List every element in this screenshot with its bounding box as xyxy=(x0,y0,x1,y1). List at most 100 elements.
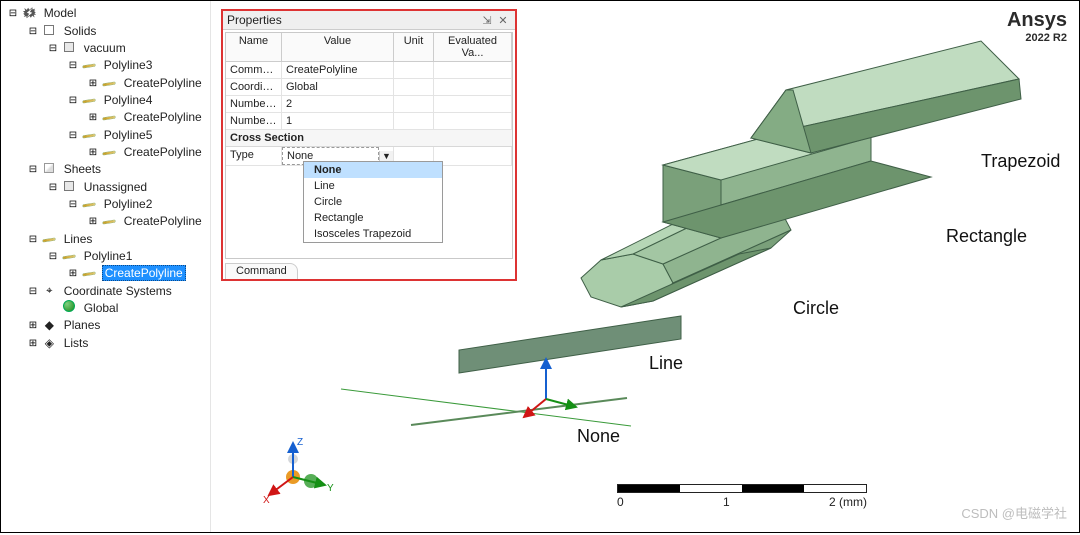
scale-0: 0 xyxy=(617,495,624,509)
toggle-icon[interactable] xyxy=(87,109,99,126)
node-label: Coordinate Systems xyxy=(62,284,174,298)
panel-title: Properties xyxy=(227,13,479,27)
tree-coordinate-systems[interactable]: ⌖ Coordinate Systems Global xyxy=(23,282,208,317)
cell-value[interactable]: 1 xyxy=(282,113,394,129)
tree-createpolyline[interactable]: CreatePolyline xyxy=(83,144,208,161)
tree-unassigned[interactable]: Unassigned Polyline2 xyxy=(43,178,208,230)
dropdown-option[interactable]: Rectangle xyxy=(304,210,442,226)
node-label: Planes xyxy=(62,318,103,332)
toggle-icon[interactable] xyxy=(7,5,19,22)
toggle-icon[interactable] xyxy=(27,317,39,334)
polyline-icon xyxy=(102,144,116,161)
tree-createpolyline-selected[interactable]: CreatePolyline xyxy=(63,265,208,282)
tree-polyline2[interactable]: Polyline2 CreatePolyline xyxy=(63,196,208,231)
material-icon xyxy=(62,40,76,57)
node-label: Global xyxy=(82,301,121,315)
hdr-name: Name xyxy=(226,33,282,61)
toggle-icon[interactable] xyxy=(27,161,39,178)
cell-eval xyxy=(434,147,512,165)
orientation-triad[interactable]: Z X Y xyxy=(263,437,343,507)
node-label: Model xyxy=(42,6,79,20)
toggle-icon[interactable] xyxy=(27,231,39,248)
tree-planes[interactable]: ◆ Planes xyxy=(23,317,208,334)
toggle-icon[interactable] xyxy=(67,196,79,213)
tree-polyline5[interactable]: Polyline5 CreatePolyline xyxy=(63,126,208,161)
polyline-icon xyxy=(82,92,96,109)
cell-eval xyxy=(434,79,512,95)
cell-value[interactable]: CreatePolyline xyxy=(282,62,394,78)
panel-titlebar[interactable]: Properties ⇲ ✕ xyxy=(223,11,515,30)
scale-bar: 0 1 2 (mm) xyxy=(617,484,867,509)
grid-row[interactable]: Command CreatePolyline xyxy=(226,62,512,79)
watermark: CSDN @电磁学社 xyxy=(961,503,1067,522)
tree-lines[interactable]: Lines Polyline1 CreatePolyline xyxy=(23,230,208,282)
grid-row[interactable]: Number... 2 xyxy=(226,96,512,113)
cell-value[interactable]: Global xyxy=(282,79,394,95)
cell-eval xyxy=(434,62,512,78)
tree-global[interactable]: Global xyxy=(43,300,208,317)
cell-unit xyxy=(394,96,434,112)
cell-name: Command xyxy=(226,62,282,78)
toggle-icon[interactable] xyxy=(47,179,59,196)
scale-1: 1 xyxy=(723,495,730,509)
viewport-3d[interactable]: Z X Y None Line Circle Rectangle Trapezo… xyxy=(211,1,1079,532)
toggle-icon[interactable] xyxy=(27,23,39,40)
lists-icon: ◈ xyxy=(42,335,56,352)
toggle-icon[interactable] xyxy=(27,283,39,300)
panel-tab-command[interactable]: Command xyxy=(225,263,298,279)
toggle-icon[interactable] xyxy=(87,75,99,92)
grid-row[interactable]: Coordin... Global xyxy=(226,79,512,96)
tree-polyline4[interactable]: Polyline4 CreatePolyline xyxy=(63,92,208,127)
cell-name: Number... xyxy=(226,113,282,129)
toggle-icon[interactable] xyxy=(67,265,79,282)
axis-y-label: Y xyxy=(327,483,334,494)
dropdown-option[interactable]: None xyxy=(304,162,442,178)
cell-unit xyxy=(394,79,434,95)
node-label: Polyline2 xyxy=(102,197,155,211)
logo-text: Ansys xyxy=(1007,9,1067,32)
hdr-value: Value xyxy=(282,33,394,61)
label-rectangle: Rectangle xyxy=(946,226,1027,247)
chevron-down-icon[interactable]: ▼ xyxy=(379,151,393,161)
toggle-icon[interactable] xyxy=(87,213,99,230)
axis-x-label: X xyxy=(263,495,270,506)
cell-unit xyxy=(394,62,434,78)
tree-vacuum[interactable]: vacuum Polyline3 xyxy=(43,40,208,161)
tree-solids[interactable]: Solids vacuum Polyline3 xyxy=(23,22,208,161)
dropdown-option[interactable]: Line xyxy=(304,178,442,194)
tree-createpolyline[interactable]: CreatePolyline xyxy=(83,74,208,91)
node-label: Unassigned xyxy=(82,180,149,194)
grid-row[interactable]: Number... 1 xyxy=(226,113,512,130)
tree-polyline1[interactable]: Polyline1 CreatePolyline xyxy=(43,248,208,283)
tree-lists[interactable]: ◈ Lists xyxy=(23,334,208,351)
tree-createpolyline[interactable]: CreatePolyline xyxy=(83,213,208,230)
label-none: None xyxy=(577,426,620,447)
toggle-icon[interactable] xyxy=(27,335,39,352)
node-label: CreatePolyline xyxy=(122,110,204,124)
cell-value[interactable]: 2 xyxy=(282,96,394,112)
toggle-icon[interactable] xyxy=(47,248,59,265)
toggle-icon[interactable] xyxy=(67,57,79,74)
toggle-icon[interactable] xyxy=(87,144,99,161)
tree-createpolyline[interactable]: CreatePolyline xyxy=(83,109,208,126)
polyline-icon xyxy=(82,57,96,74)
properties-panel[interactable]: Properties ⇲ ✕ Name Value Unit Evaluated… xyxy=(221,9,517,281)
toggle-icon[interactable] xyxy=(67,127,79,144)
type-dropdown[interactable]: None Line Circle Rectangle Isosceles Tra… xyxy=(303,161,443,243)
toggle-icon[interactable] xyxy=(47,40,59,57)
pin-icon[interactable]: ⇲ xyxy=(479,14,495,27)
axis-z-label: Z xyxy=(297,437,303,448)
tree-polyline3[interactable]: Polyline3 CreatePolyline xyxy=(63,57,208,92)
tree-model[interactable]: 🗱 Model Solids vacuum xyxy=(3,5,208,352)
model-tree[interactable]: 🗱 Model Solids vacuum xyxy=(1,1,211,532)
scale-2: 2 (mm) xyxy=(829,495,867,509)
toggle-icon[interactable] xyxy=(67,92,79,109)
dropdown-option[interactable]: Circle xyxy=(304,194,442,210)
polyline-icon xyxy=(82,127,96,144)
label-trapezoid: Trapezoid xyxy=(981,151,1060,172)
close-icon[interactable]: ✕ xyxy=(495,14,511,27)
grid-header: Name Value Unit Evaluated Va... xyxy=(226,33,512,62)
dropdown-option[interactable]: Isosceles Trapezoid xyxy=(304,226,442,242)
tree-sheets[interactable]: Sheets Unassigned Polyline2 xyxy=(23,161,208,230)
polyline-icon xyxy=(82,196,96,213)
